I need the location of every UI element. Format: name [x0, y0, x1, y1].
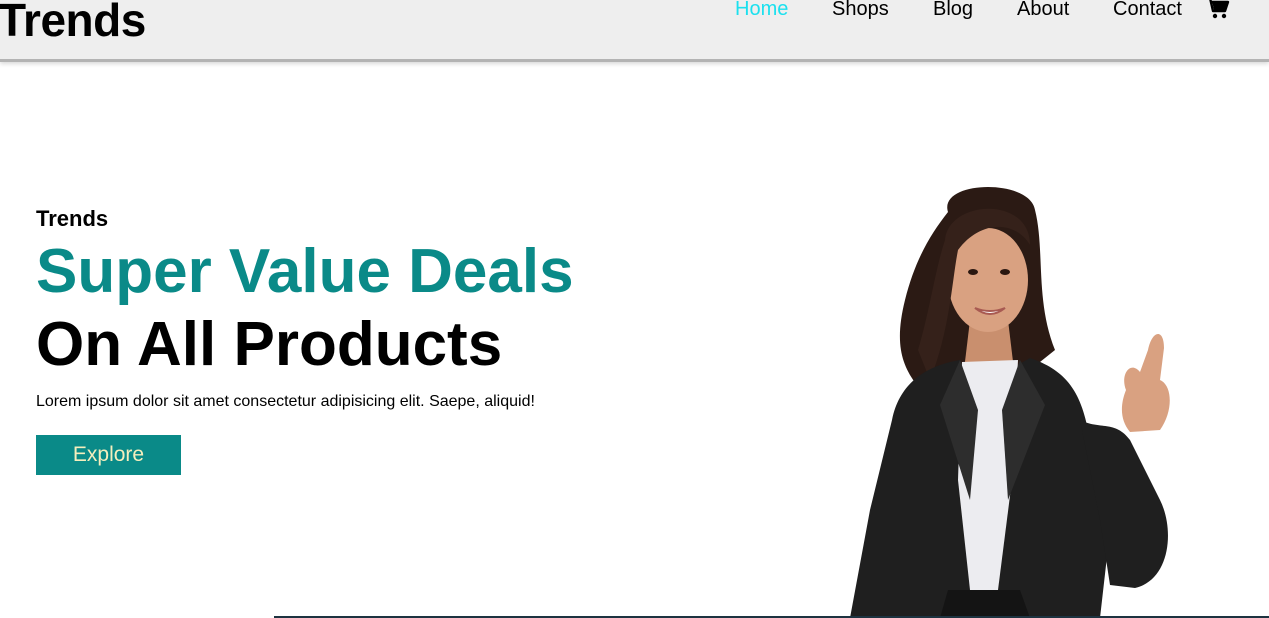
hero-headline-secondary: On All Products	[36, 310, 503, 379]
hero-description: Lorem ipsum dolor sit amet consectetur a…	[36, 393, 535, 410]
nav-link-contact[interactable]: Contact	[1113, 0, 1182, 22]
hero-headline-primary: Super Value Deals	[36, 237, 574, 306]
explore-button[interactable]: Explore	[36, 435, 181, 475]
navbar: Trends Home Shops Blog About Contact	[0, 0, 1269, 62]
nav-link-home[interactable]: Home	[735, 0, 788, 22]
nav-link-about[interactable]: About	[1017, 0, 1069, 22]
hero-model-image	[830, 180, 1210, 618]
shopping-cart-icon[interactable]	[1205, 0, 1231, 20]
nav-menu: Home Shops Blog About Contact	[0, 0, 1269, 26]
nav-link-shops[interactable]: Shops	[832, 0, 889, 22]
nav-link-blog[interactable]: Blog	[933, 0, 973, 22]
hero-eyebrow: Trends	[36, 206, 109, 231]
